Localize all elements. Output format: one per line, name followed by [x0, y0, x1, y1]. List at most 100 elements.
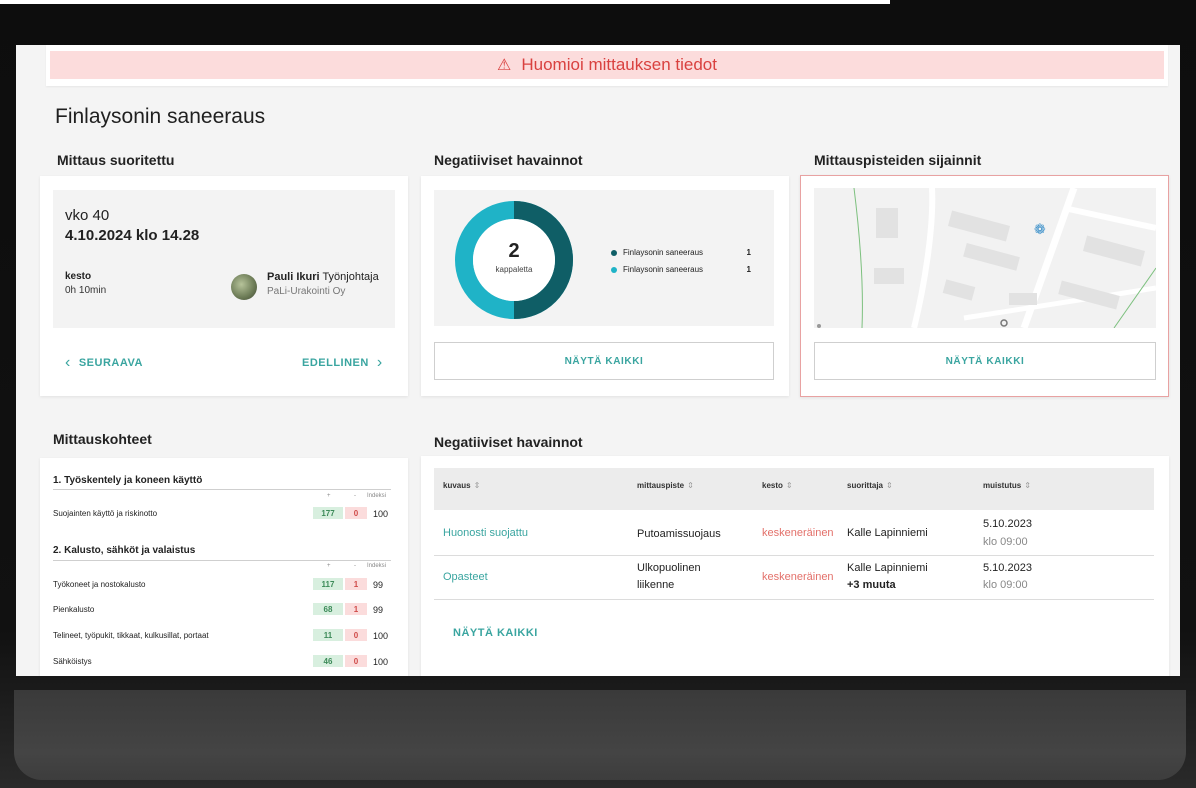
col-index: Indeksi [367, 493, 387, 499]
row-kuvaus-link[interactable]: Opasteet [443, 569, 488, 586]
plus-badge: 11 [313, 629, 343, 641]
show-all-table-button[interactable]: NÄYTÄ KAIKKI [453, 625, 538, 642]
measurement-datetime: 4.10.2024 klo 14.28 [65, 227, 200, 244]
col-index: Indeksi [367, 563, 387, 569]
plus-badge: 68 [313, 603, 343, 615]
person-name: Pauli Ikuri [267, 271, 320, 283]
warning-icon: ⚠ [497, 57, 512, 74]
list-item[interactable]: Sähköistys 46 0 100 [53, 655, 391, 667]
th-label: kuvaus [443, 481, 471, 490]
section-title-negatiiviset-table: Negatiiviset havainnot [434, 434, 583, 450]
th-kuvaus[interactable]: kuvaus ⇕ [443, 481, 480, 490]
donut-count: 2 [508, 240, 520, 262]
device-frame: ⚠ Huomioi mittauksen tiedot Finlaysonin … [0, 0, 1196, 788]
row-kesto-status: keskeneräinen [762, 571, 834, 583]
legend-count: 1 [746, 248, 751, 257]
location-cluster-icon[interactable]: ❁ [1034, 221, 1046, 238]
group-title: 2. Kalusto, sähköt ja valaistus [53, 545, 196, 556]
show-all-map-button[interactable]: NÄYTÄ KAIKKI [814, 342, 1156, 380]
list-item[interactable]: Pienkalusto 68 1 99 [53, 603, 391, 615]
row-muistutus-time: klo 09:00 [983, 579, 1028, 591]
sort-icon: ⇕ [886, 481, 893, 490]
th-label: suorittaja [847, 481, 884, 490]
next-button-label: EDELLINEN [302, 357, 369, 369]
row-muistutus-time: klo 09:00 [983, 536, 1028, 548]
legend-dot [611, 266, 617, 273]
group-title: 1. Työskentely ja koneen käyttö [53, 475, 203, 486]
person-role: Työnjohtaja [322, 271, 379, 283]
col-minus: - [354, 563, 356, 569]
show-all-observations-button[interactable]: NÄYTÄ KAIKKI [434, 342, 774, 380]
section-title-mittaus: Mittaus suoritettu [57, 152, 175, 168]
measurement-details: vko 40 4.10.2024 klo 14.28 kesto 0h 10mi… [53, 190, 395, 328]
th-kesto[interactable]: kesto ⇕ [762, 481, 793, 490]
section-title-negatiiviset: Negatiiviset havainnot [434, 152, 583, 168]
list-item[interactable]: Työkoneet ja nostokalusto 117 1 99 [53, 578, 391, 590]
sort-icon: ⇕ [785, 481, 793, 490]
row-suorittaja: Kalle Lapinniemi [847, 562, 928, 574]
negative-observations-card: 2 kappaletta Finlaysonin saneeraus 1 Fin… [421, 176, 789, 396]
minus-badge: 0 [345, 655, 367, 667]
row-kesto-status: keskeneräinen [762, 527, 834, 539]
row-mittauspiste: Ulkopuolinen [637, 562, 701, 574]
legend-label: Finlaysonin saneeraus [623, 265, 704, 274]
map-view[interactable]: ❁ [814, 188, 1156, 328]
th-suorittaja[interactable]: suorittaja ⇕ [847, 481, 893, 490]
legend-item: Finlaysonin saneeraus 1 [611, 265, 751, 274]
list-item[interactable]: Suojainten käyttö ja riskinotto 177 0 10… [53, 507, 391, 519]
map-card[interactable]: ❁ NÄYTÄ KAIKKI [800, 175, 1169, 397]
row-name: Työkoneet ja nostokalusto [53, 580, 146, 589]
app-screen: ⚠ Huomioi mittauksen tiedot Finlaysonin … [16, 45, 1180, 676]
sort-icon: ⇕ [473, 481, 481, 490]
row-suorittaja: Kalle Lapinniemi [847, 527, 928, 539]
observations-table-card: kuvaus ⇕ mittauspiste ⇕ kesto ⇕ suorittaja ⇕… [421, 456, 1169, 676]
minus-badge: 1 [345, 603, 367, 615]
company-name: PaLi-Urakointi Oy [267, 286, 346, 297]
row-muistutus-date: 5.10.2023 [983, 562, 1032, 574]
list-item[interactable]: Telineet, työpukit, tikkaat, kulkusillat… [53, 629, 391, 641]
chevron-right-icon: › [376, 354, 383, 371]
map-svg [814, 188, 1156, 328]
table-header [434, 468, 1154, 510]
mittauskohteet-card: 1. Työskentely ja koneen käyttö + - Inde… [40, 458, 408, 676]
th-muistutus[interactable]: muistutus ⇕ [983, 481, 1031, 490]
th-label: muistutus [983, 481, 1022, 490]
donut-unit: kappaletta [495, 265, 533, 274]
row-suorittaja-more[interactable]: +3 muuta [847, 577, 896, 594]
row-name: Pienkalusto [53, 605, 95, 614]
legend-count: 1 [746, 265, 751, 274]
sort-icon: ⇕ [1024, 481, 1031, 490]
section-title-kohteet: Mittauskohteet [53, 431, 152, 447]
minus-badge: 0 [345, 629, 367, 641]
person-info: Pauli Ikuri Työnjohtaja [267, 271, 379, 283]
index-value: 99 [373, 605, 384, 615]
th-label: kesto [762, 481, 783, 490]
plus-badge: 177 [313, 507, 343, 519]
page-title: Finlaysonin saneeraus [55, 105, 266, 128]
col-minus: - [354, 493, 356, 499]
index-value: 100 [373, 631, 389, 641]
index-value: 99 [373, 580, 384, 590]
prev-button[interactable]: ‹ SEURAAVA [65, 354, 143, 372]
row-kuvaus-link[interactable]: Huonosti suojattu [443, 525, 528, 542]
alert-text: Huomioi mittauksen tiedot [521, 55, 717, 74]
row-mittauspiste-line2: liikenne [637, 579, 675, 591]
row-name: Suojainten käyttö ja riskinotto [53, 509, 158, 518]
row-muistutus-date: 5.10.2023 [983, 518, 1032, 530]
next-button[interactable]: EDELLINEN › [302, 354, 383, 372]
duration-value: 0h 10min [65, 285, 107, 296]
col-plus: + [327, 493, 331, 499]
duration-label: kesto [65, 271, 92, 282]
index-value: 100 [373, 509, 389, 519]
donut-chart: 2 kappaletta [454, 200, 574, 320]
donut-panel: 2 kappaletta Finlaysonin saneeraus 1 Fin… [434, 190, 774, 326]
sort-icon: ⇕ [687, 481, 694, 490]
prev-button-label: SEURAAVA [78, 357, 143, 369]
week-label: vko 40 [65, 207, 110, 224]
th-mittauspiste[interactable]: mittauspiste ⇕ [637, 481, 694, 490]
plus-badge: 46 [313, 655, 343, 667]
legend-dot [611, 249, 617, 256]
th-label: mittauspiste [637, 481, 685, 490]
measurement-card: vko 40 4.10.2024 klo 14.28 kesto 0h 10mi… [40, 176, 408, 396]
device-chin [14, 690, 1186, 780]
